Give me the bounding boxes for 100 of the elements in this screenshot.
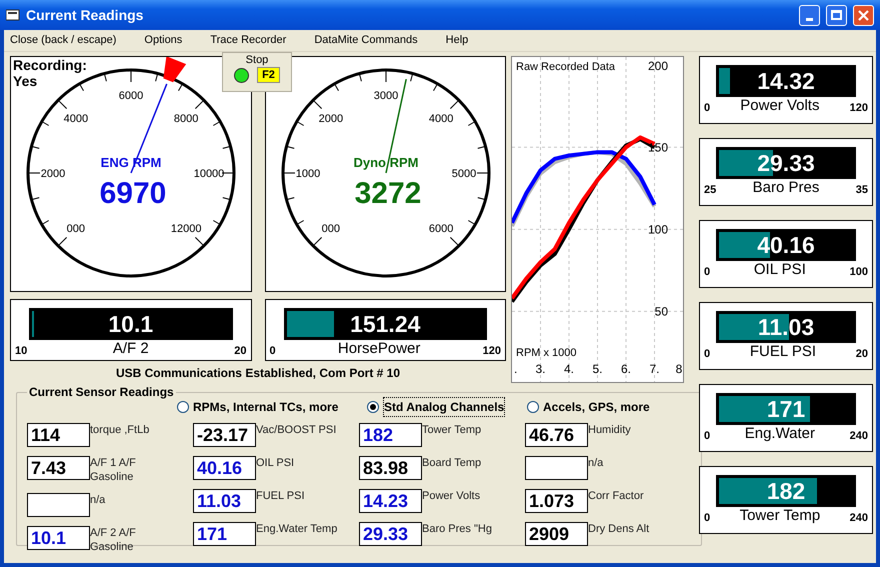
scale-max: 100 — [850, 265, 868, 279]
recording-value: Yes — [13, 73, 38, 89]
scale-min: 0 — [704, 511, 710, 525]
bar-value: 40.16 — [757, 234, 815, 256]
reading-field: 7.43 — [27, 456, 90, 480]
x-axis-label: RPM x 1000 — [516, 347, 577, 359]
maximize-button[interactable] — [826, 4, 847, 26]
reading-label: Board Temp — [422, 456, 482, 470]
y-tick-label: 50 — [654, 304, 668, 318]
reading-field: 46.76 — [525, 423, 588, 447]
reading-field: -23.17 — [193, 423, 256, 447]
close-button[interactable] — [853, 4, 874, 26]
radio-button[interactable] — [527, 401, 539, 413]
minimize-button[interactable] — [799, 4, 820, 26]
gauge-value: 6970 — [100, 177, 166, 210]
x-tick-label: 6. — [621, 362, 631, 376]
radio-label[interactable]: RPMs, Internal TCs, more — [193, 398, 338, 416]
bar-value: 29.33 — [757, 152, 815, 174]
reading-field: 1.073 — [525, 489, 588, 513]
x-tick-label: 8 — [676, 362, 682, 376]
reading-label: n/a — [588, 456, 604, 470]
scale-min: 10 — [15, 344, 28, 358]
bar-label: Tower Temp — [740, 507, 820, 525]
bar-value: 11.03 — [758, 316, 814, 338]
scale-max: 120 — [850, 101, 868, 115]
menu-item[interactable]: Help — [446, 32, 468, 49]
menu-item[interactable]: Options — [144, 32, 182, 49]
gauge-tick-label: 8000 — [174, 112, 198, 125]
gauge-tick-label: 12000 — [170, 223, 202, 236]
scale-max: 20 — [234, 344, 246, 358]
gauge-tick-label: 4000 — [64, 112, 88, 125]
gauge-label: Dyno RPM — [353, 155, 418, 170]
reading-label: Tower Temp — [422, 423, 482, 437]
radio-label[interactable]: Std Analog Channels — [383, 397, 506, 417]
reading-label: A/F 1 A/F Gasoline — [90, 456, 137, 484]
reading-label: Power Volts — [422, 489, 482, 503]
bar-value: 182 — [766, 480, 806, 502]
reading-field: 182 — [359, 423, 422, 447]
scale-min: 0 — [704, 101, 710, 115]
scale-min: 0 — [704, 429, 710, 443]
hotkey-button[interactable]: F2 — [257, 67, 280, 83]
reading-field: 114 — [27, 423, 90, 447]
gauge-value: 3272 — [354, 177, 421, 210]
radio-button[interactable] — [177, 401, 189, 413]
reading-label: FUEL PSI — [256, 489, 306, 503]
gauge-tick-label: 2000 — [318, 112, 343, 125]
scale-max: 240 — [850, 511, 868, 525]
scale-min: 0 — [704, 347, 710, 361]
gauge-tick-label: 6000 — [428, 223, 453, 236]
scale-max: 20 — [856, 347, 868, 361]
reading-field: 14.23 — [359, 489, 422, 513]
x-tick-label: 7. — [650, 362, 660, 376]
bar-label: FUEL PSI — [750, 343, 816, 361]
x-tick-label: . — [514, 362, 518, 376]
gauge-tick-label: 3000 — [373, 90, 398, 102]
menu-item[interactable]: Close (back / escape) — [10, 32, 116, 49]
reading-label: Humidity — [588, 423, 632, 437]
reading-field: 29.33 — [359, 522, 422, 546]
window-icon — [6, 9, 20, 21]
gauge-tick-label: 6000 — [118, 90, 144, 102]
reading-label: torque ,FtLb — [90, 423, 150, 437]
bar-label: HorsePower — [338, 340, 420, 358]
bar-label: A/F 2 — [112, 340, 149, 358]
bar-value: 151.24 — [350, 312, 420, 336]
scale-max: 240 — [850, 429, 868, 443]
recording-label: Recording: — [13, 57, 87, 73]
radio-label[interactable]: Accels, GPS, more — [543, 398, 650, 416]
gauge-tick-label: 10000 — [194, 168, 224, 180]
x-tick-label: 5. — [592, 362, 602, 376]
bar-value: 14.32 — [757, 70, 815, 92]
reading-field: 11.03 — [193, 489, 256, 513]
scale-min: 25 — [704, 183, 716, 197]
gauge-tick-label: 5000 — [451, 168, 476, 180]
chart-title: Raw Recorded Data — [516, 61, 616, 73]
x-tick-label: 3. — [536, 362, 546, 376]
reading-label: OIL PSI — [256, 456, 296, 470]
radio-button[interactable] — [367, 401, 379, 413]
gauge-tick-label: 000 — [66, 223, 86, 236]
reading-field — [525, 456, 588, 480]
reading-label: n/a — [90, 493, 106, 507]
gauge-tick-label: 4000 — [428, 112, 453, 125]
status-text: USB Communications Established, Com Port # 10 — [116, 365, 400, 382]
stop-label: Stop — [246, 53, 268, 67]
reading-label: A/F 2 A/F Gasoline — [90, 526, 137, 554]
x-tick-label: 4. — [564, 362, 574, 376]
gauge-tick-label: 1000 — [295, 168, 320, 180]
bar-label: OIL PSI — [754, 261, 806, 279]
bar-label: Baro Pres — [752, 179, 820, 197]
gauge-tick-label: 000 — [321, 223, 340, 236]
close-icon — [858, 10, 869, 20]
bar-label: Power Volts — [740, 97, 820, 115]
y-tick-label: 100 — [648, 222, 668, 236]
window-title: Current Readings — [26, 6, 144, 25]
menu-item[interactable]: DataMite Commands — [314, 32, 418, 49]
group-title: Current Sensor Readings — [28, 384, 175, 401]
reading-label: Corr Factor — [588, 489, 645, 503]
bar-value: 10.1 — [108, 312, 154, 336]
bar-value: 171 — [766, 398, 806, 420]
reading-field: 2909 — [525, 522, 588, 546]
menu-item[interactable]: Trace Recorder — [210, 32, 286, 49]
